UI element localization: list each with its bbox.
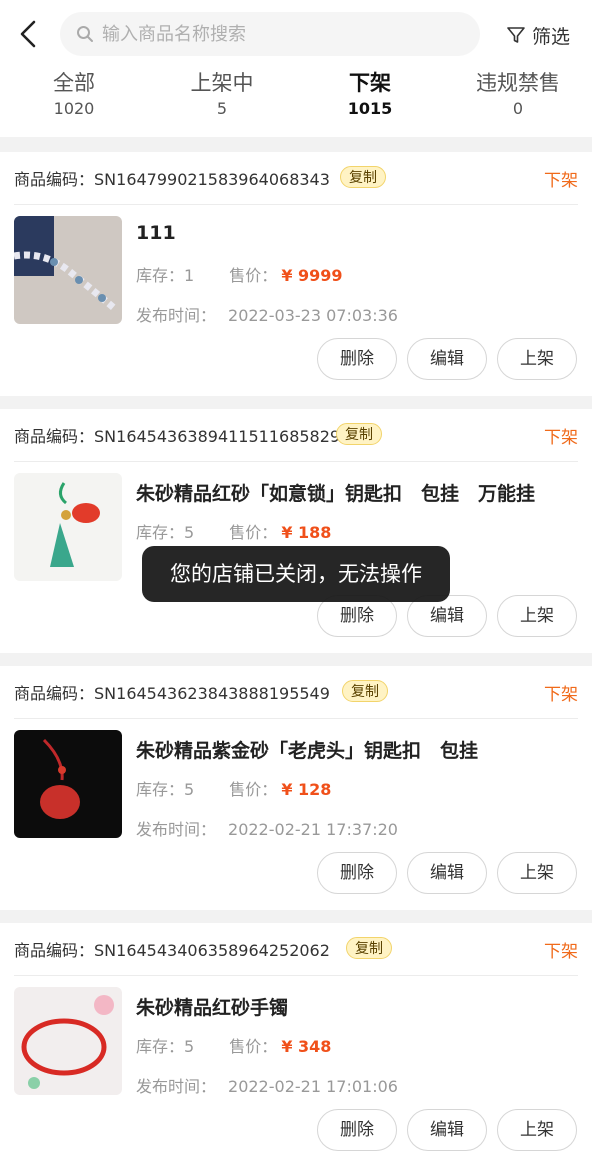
- card-header: 商品编码：SN1647990215839640683​43 复制 下架: [0, 152, 592, 204]
- product-image-bracelet[interactable]: [14, 216, 122, 324]
- publish-date-row: 发布时间： 2022-02-21 17:01:06: [136, 1077, 398, 1096]
- stock-value: 5: [184, 1037, 195, 1056]
- tab-on-shelf[interactable]: 上架中 5: [148, 68, 296, 128]
- card-header: 商品编码：SN164543623843888195549 复制 下架: [0, 666, 592, 718]
- publish-date: 2022-02-21 17:37:20: [228, 820, 398, 839]
- price-value: ¥ 348: [281, 1037, 332, 1056]
- tab-banned[interactable]: 违规禁售 0: [444, 68, 592, 128]
- publish-date: 2022-03-23 07:03:36: [228, 306, 398, 325]
- sku-text: 商品编码：SN164543638941151168​5829: [14, 427, 341, 446]
- status-tabs: 全部 1020 上架中 5 下架 1015 违规禁售 0: [0, 68, 592, 128]
- tab-count: 0: [512, 99, 524, 118]
- back-button[interactable]: [14, 18, 46, 50]
- shelve-button[interactable]: 上架: [497, 338, 577, 380]
- tab-off-shelf[interactable]: 下架 1015: [296, 68, 444, 128]
- stock-value: 5: [184, 780, 195, 799]
- status-label: 下架: [544, 942, 578, 962]
- funnel-icon: [507, 27, 525, 43]
- product-card: 商品编码：SN164543406358964252062 复制 下架 朱砂精品红…: [0, 923, 592, 1161]
- shelve-button[interactable]: 上架: [497, 595, 577, 637]
- copy-button[interactable]: 复制: [340, 166, 386, 188]
- stock-value: 1: [184, 266, 195, 285]
- divider: [14, 718, 578, 719]
- sku-text: 商品编码：SN164543623843888195549: [14, 684, 330, 703]
- product-title: 朱砂精品红砂手镯: [136, 997, 289, 1019]
- product-card: 商品编码：SN164543623843888195549 复制 下架 朱砂精品紫…: [0, 666, 592, 910]
- filter-button[interactable]: 筛选: [506, 20, 570, 50]
- product-image-lock-keychain[interactable]: [14, 473, 122, 581]
- edit-button[interactable]: 编辑: [407, 1109, 487, 1151]
- card-header: 商品编码：SN164543406358964252062 复制 下架: [0, 923, 592, 975]
- card-header: 商品编码：SN164543638941151168​5829 复制 下架: [0, 409, 592, 461]
- toast-message: 您的店铺已关闭，无法操作: [142, 546, 450, 602]
- stock-value: 5: [184, 523, 195, 542]
- product-title: 朱砂精品紫金砂「老虎头」钥匙扣 包挂: [136, 740, 479, 762]
- search-bar[interactable]: [60, 12, 480, 56]
- search-input[interactable]: [102, 23, 462, 45]
- tab-label: 上架中: [190, 71, 254, 95]
- tab-label: 下架: [349, 71, 391, 95]
- filter-label: 筛选: [532, 25, 571, 48]
- tab-label: 违规禁售: [476, 71, 560, 95]
- product-card: 商品编码：SN1647990215839640683​43 复制 下架 111 …: [0, 152, 592, 396]
- edit-button[interactable]: 编辑: [407, 338, 487, 380]
- publish-date-row: 发布时间： 2022-03-23 07:03:36: [136, 306, 398, 325]
- product-title: 111: [136, 222, 176, 244]
- copy-button[interactable]: 复制: [342, 680, 388, 702]
- stock-price-row: 库存：5 售价： ¥ 128: [136, 780, 332, 799]
- price-value: ¥ 188: [281, 523, 332, 542]
- publish-date: 2022-02-21 17:01:06: [228, 1077, 398, 1096]
- tab-label: 全部: [53, 71, 95, 95]
- chevron-left-icon: [20, 20, 36, 48]
- delete-button[interactable]: 删除: [317, 338, 397, 380]
- product-title: 朱砂精品红砂「如意锁」钥匙扣 包挂 万能挂: [136, 483, 536, 505]
- copy-button[interactable]: 复制: [346, 937, 392, 959]
- shelve-button[interactable]: 上架: [497, 852, 577, 894]
- publish-date-row: 发布时间： 2022-02-21 17:37:20: [136, 820, 398, 839]
- edit-button[interactable]: 编辑: [407, 852, 487, 894]
- tab-count: 5: [216, 99, 228, 118]
- delete-button[interactable]: 删除: [317, 852, 397, 894]
- delete-button[interactable]: 删除: [317, 1109, 397, 1151]
- sku-text: 商品编码：SN1647990215839640683​43: [14, 170, 330, 189]
- tab-all[interactable]: 全部 1020: [0, 68, 148, 128]
- price-value: ¥ 128: [281, 780, 332, 799]
- status-label: 下架: [544, 171, 578, 191]
- search-icon: [77, 26, 93, 42]
- status-label: 下架: [544, 685, 578, 705]
- status-label: 下架: [544, 428, 578, 448]
- divider: [14, 461, 578, 462]
- product-image-bangle[interactable]: [14, 987, 122, 1095]
- product-image-tiger-keychain[interactable]: [14, 730, 122, 838]
- divider: [14, 975, 578, 976]
- tab-count: 1015: [347, 99, 393, 118]
- top-header: 筛选 全部 1020 上架中 5 下架 1015 违规禁售 0: [0, 0, 592, 137]
- stock-price-row: 库存：5 售价： ¥ 348: [136, 1037, 332, 1056]
- divider: [14, 204, 578, 205]
- sku-text: 商品编码：SN164543406358964252062: [14, 941, 330, 960]
- product-card: 商品编码：SN164543638941151168​5829 复制 下架 朱砂精…: [0, 409, 592, 653]
- price-value: ¥ 9999: [281, 266, 343, 285]
- shelve-button[interactable]: 上架: [497, 1109, 577, 1151]
- tab-count: 1020: [53, 99, 95, 118]
- stock-price-row: 库存：1 售价： ¥ 9999: [136, 266, 343, 285]
- copy-button[interactable]: 复制: [336, 423, 382, 445]
- stock-price-row: 库存：5 售价： ¥ 188: [136, 523, 332, 542]
